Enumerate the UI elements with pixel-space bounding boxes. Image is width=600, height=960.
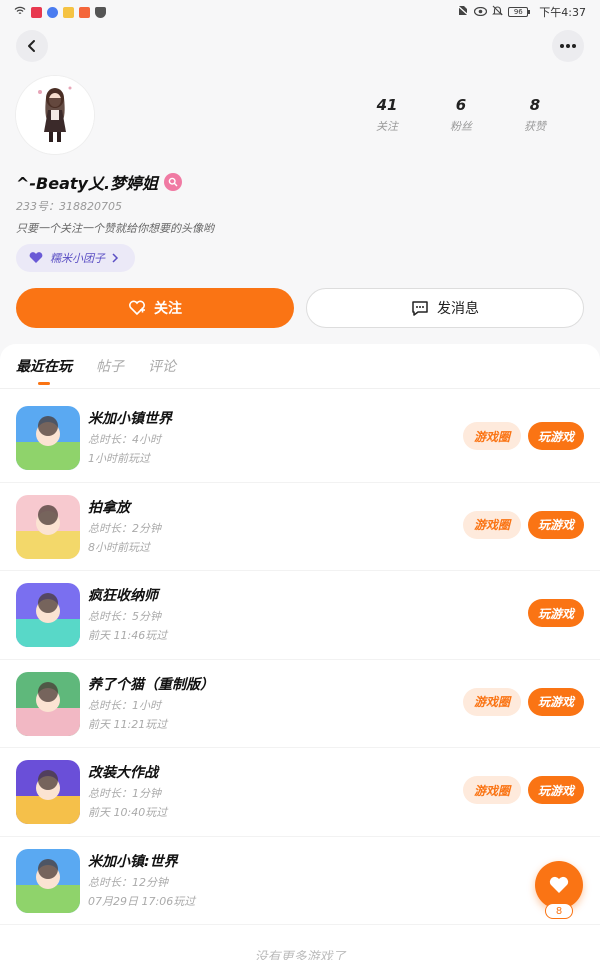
- game-circle-button[interactable]: 游戏圈: [463, 422, 521, 450]
- follow-button[interactable]: 关注: [16, 288, 294, 328]
- stat-label: 获赞: [524, 120, 546, 133]
- tab-posts[interactable]: 帖子: [96, 356, 124, 376]
- stat-number: 8: [529, 96, 541, 114]
- game-row[interactable]: 米加小镇世界 总时长：4小时 1小时前玩过 游戏圈 玩游戏: [0, 394, 600, 483]
- app-notification-icon: [47, 6, 58, 18]
- divider: [0, 388, 600, 389]
- game-name: 改装大作战: [88, 765, 158, 781]
- user-id: 233号：318820705: [16, 200, 122, 213]
- game-name: 养了个猫（重制版）: [88, 676, 214, 693]
- game-row[interactable]: 养了个猫（重制版） 总时长：1小时 前天 11:21玩过 游戏圈 玩游戏: [0, 660, 600, 748]
- game-last-played: 前天 10:40玩过: [88, 806, 168, 819]
- play-game-button[interactable]: 玩游戏: [528, 776, 584, 804]
- app-notification-icon: [63, 6, 74, 18]
- game-last-played: 1小时前玩过: [88, 452, 150, 465]
- content-panel: 最近在玩 帖子 评论 米加小镇世界 总时长：4小时 1小时前玩过 游戏圈 玩游戏: [0, 344, 600, 960]
- play-game-button[interactable]: 玩游戏: [528, 599, 584, 627]
- stat-label: 粉丝: [450, 120, 472, 133]
- chevron-right-icon: [112, 253, 119, 263]
- like-fab-button[interactable]: [535, 861, 583, 909]
- game-row[interactable]: 改装大作战 总时长：1分钟 前天 10:40玩过 游戏圈 玩游戏: [0, 748, 600, 837]
- avatar-image: [16, 76, 94, 154]
- stat-likes[interactable]: 8 获赞: [498, 96, 572, 134]
- username: ^-Beaty乂.梦婷姐: [16, 174, 159, 193]
- back-button[interactable]: [16, 30, 48, 62]
- level-badge-icon[interactable]: [164, 173, 183, 191]
- chevron-left-icon: [28, 40, 35, 52]
- more-options-button[interactable]: [552, 30, 584, 62]
- follow-label: 关注: [154, 301, 182, 317]
- game-icon[interactable]: [16, 848, 80, 913]
- no-sim-icon: [457, 5, 469, 19]
- game-row[interactable]: 拍拿放 总时长：2分钟 8小时前玩过 游戏圈 玩游戏: [0, 483, 600, 571]
- app-notification-icon: [31, 6, 42, 18]
- user-bio: 只要一个关注一个赞就给你想要的头像哟: [16, 222, 214, 235]
- status-time: 下午4:37: [539, 6, 586, 19]
- status-bar-left: [14, 6, 106, 19]
- chat-bubble-icon: [412, 301, 428, 316]
- heart-plus-icon: [129, 300, 145, 316]
- game-last-played: 前天 11:46玩过: [88, 629, 168, 642]
- app-notification-icon: [79, 6, 90, 18]
- avatar[interactable]: [16, 76, 94, 154]
- tab-bar: 最近在玩 帖子 评论: [16, 356, 176, 385]
- profile-stats: 41 关注 6 粉丝 8 获赞: [350, 96, 580, 134]
- like-count-badge: 8: [545, 903, 573, 919]
- group-chip[interactable]: 糯米小团子: [16, 244, 135, 272]
- status-bar: 96 下午4:37: [0, 0, 600, 24]
- game-duration: 总时长：5分钟: [88, 610, 161, 623]
- message-label: 发消息: [437, 301, 479, 317]
- tab-recent-games[interactable]: 最近在玩: [16, 356, 72, 385]
- game-last-played: 8小时前玩过: [88, 540, 150, 554]
- game-name: 疯狂收纳师: [88, 588, 158, 604]
- play-game-button[interactable]: 玩游戏: [528, 687, 584, 716]
- more-dots-icon: [560, 44, 576, 48]
- game-duration: 总时长：12分钟: [88, 875, 168, 889]
- group-chip-label: 糯米小团子: [50, 252, 105, 265]
- stat-number: 6: [455, 96, 467, 114]
- end-of-list-text: 没有更多游戏了: [254, 950, 346, 960]
- shield-icon: [95, 6, 106, 18]
- stat-number: 41: [376, 96, 398, 114]
- heart-icon: [29, 252, 43, 263]
- game-duration: 总时长：2分钟: [88, 521, 161, 535]
- game-name: 拍拿放: [88, 499, 130, 516]
- stat-label: 关注: [376, 120, 398, 133]
- game-icon[interactable]: [16, 671, 80, 736]
- stat-following[interactable]: 41 关注: [350, 96, 424, 134]
- status-bar-right: 96 下午4:37: [457, 4, 586, 20]
- game-circle-button[interactable]: 游戏圈: [463, 510, 521, 539]
- battery-icon: 96: [508, 7, 531, 17]
- game-row[interactable]: 米加小镇:世界 总时长：12分钟 07月29日 17:06玩过: [0, 837, 600, 925]
- play-game-button[interactable]: 玩游戏: [528, 510, 584, 539]
- game-last-played: 07月29日 17:06玩过: [88, 894, 196, 908]
- game-circle-button[interactable]: 游戏圈: [463, 687, 521, 716]
- game-list: 米加小镇世界 总时长：4小时 1小时前玩过 游戏圈 玩游戏 拍拿放 总时长：2分…: [0, 394, 600, 925]
- game-row[interactable]: 疯狂收纳师 总时长：5分钟 前天 11:46玩过 玩游戏: [0, 571, 600, 660]
- message-button[interactable]: 发消息: [306, 288, 584, 328]
- eye-icon: [474, 6, 488, 19]
- game-circle-button[interactable]: 游戏圈: [463, 776, 521, 804]
- game-duration: 总时长：4小时: [88, 433, 161, 446]
- game-name: 米加小镇世界: [88, 411, 172, 427]
- username-row: ^-Beaty乂.梦婷姐: [16, 170, 183, 194]
- wifi-icon: [14, 6, 26, 19]
- game-icon[interactable]: [16, 494, 80, 559]
- mute-bell-icon: [492, 5, 504, 19]
- game-last-played: 前天 11:21玩过: [88, 717, 168, 731]
- game-icon[interactable]: [16, 406, 80, 470]
- game-icon[interactable]: [16, 760, 80, 824]
- heart-icon: [549, 876, 569, 893]
- play-game-button[interactable]: 玩游戏: [528, 422, 584, 450]
- game-duration: 总时长：1分钟: [88, 787, 161, 800]
- game-name: 米加小镇:世界: [88, 853, 178, 870]
- stat-followers[interactable]: 6 粉丝: [424, 96, 498, 134]
- tab-comments[interactable]: 评论: [148, 356, 176, 376]
- game-icon[interactable]: [16, 583, 80, 647]
- game-duration: 总时长：1小时: [88, 698, 161, 712]
